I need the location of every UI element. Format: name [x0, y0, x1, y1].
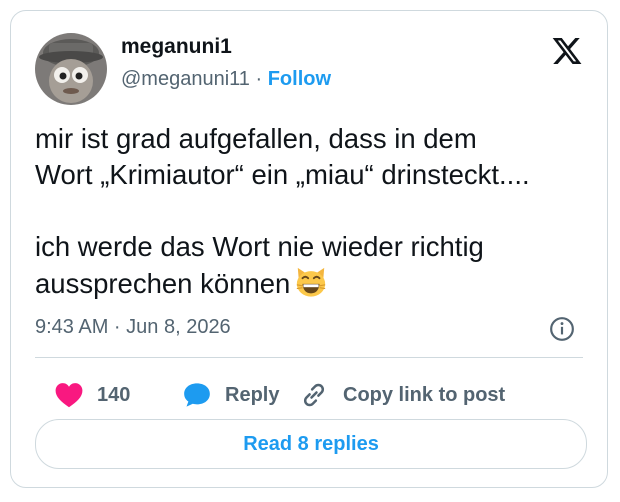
grinning-cat-emoji-icon — [297, 267, 326, 297]
tweet-paragraph-2-text: ich werde das Wort nie wieder richtig au… — [35, 231, 484, 299]
tweet-card: meganuni1 @meganuni11 · Follow mir ist g… — [10, 10, 608, 488]
heart-icon — [55, 383, 83, 408]
author-display-name[interactable]: meganuni1 — [121, 35, 232, 59]
tweet-actions: 140 Reply Copy link to post — [35, 375, 595, 415]
info-icon[interactable] — [549, 316, 575, 342]
reply-button[interactable]: Reply — [183, 375, 279, 415]
author-handle-row: @meganuni11 · Follow — [121, 68, 331, 91]
avatar[interactable] — [35, 33, 107, 105]
read-replies-label: Read 8 replies — [243, 432, 379, 455]
x-logo-icon[interactable] — [551, 35, 583, 67]
tweet-paragraph-1: mir ist grad aufgefallen, dass in dem Wo… — [35, 123, 530, 190]
speech-bubble-icon — [184, 383, 210, 407]
follow-button[interactable]: Follow — [268, 68, 331, 90]
tweet-text: mir ist grad aufgefallen, dass in dem Wo… — [35, 121, 595, 302]
handle-separator: · — [255, 68, 263, 90]
link-icon — [303, 383, 325, 407]
divider — [35, 357, 583, 358]
avatar-image — [35, 33, 107, 105]
tweet-timestamp[interactable]: 9:43 AM · Jun 8, 2026 — [35, 316, 231, 339]
like-button[interactable]: 140 — [55, 375, 130, 415]
like-count: 140 — [97, 383, 131, 406]
copy-link-button[interactable]: Copy link to post — [299, 375, 505, 415]
reply-label: Reply — [225, 383, 280, 406]
copy-link-label: Copy link to post — [343, 383, 506, 406]
author-handle[interactable]: @meganuni11 — [121, 68, 250, 90]
tweet-paragraph-2: ich werde das Wort nie wieder richtig au… — [35, 229, 595, 302]
read-replies-button[interactable]: Read 8 replies — [35, 419, 587, 469]
